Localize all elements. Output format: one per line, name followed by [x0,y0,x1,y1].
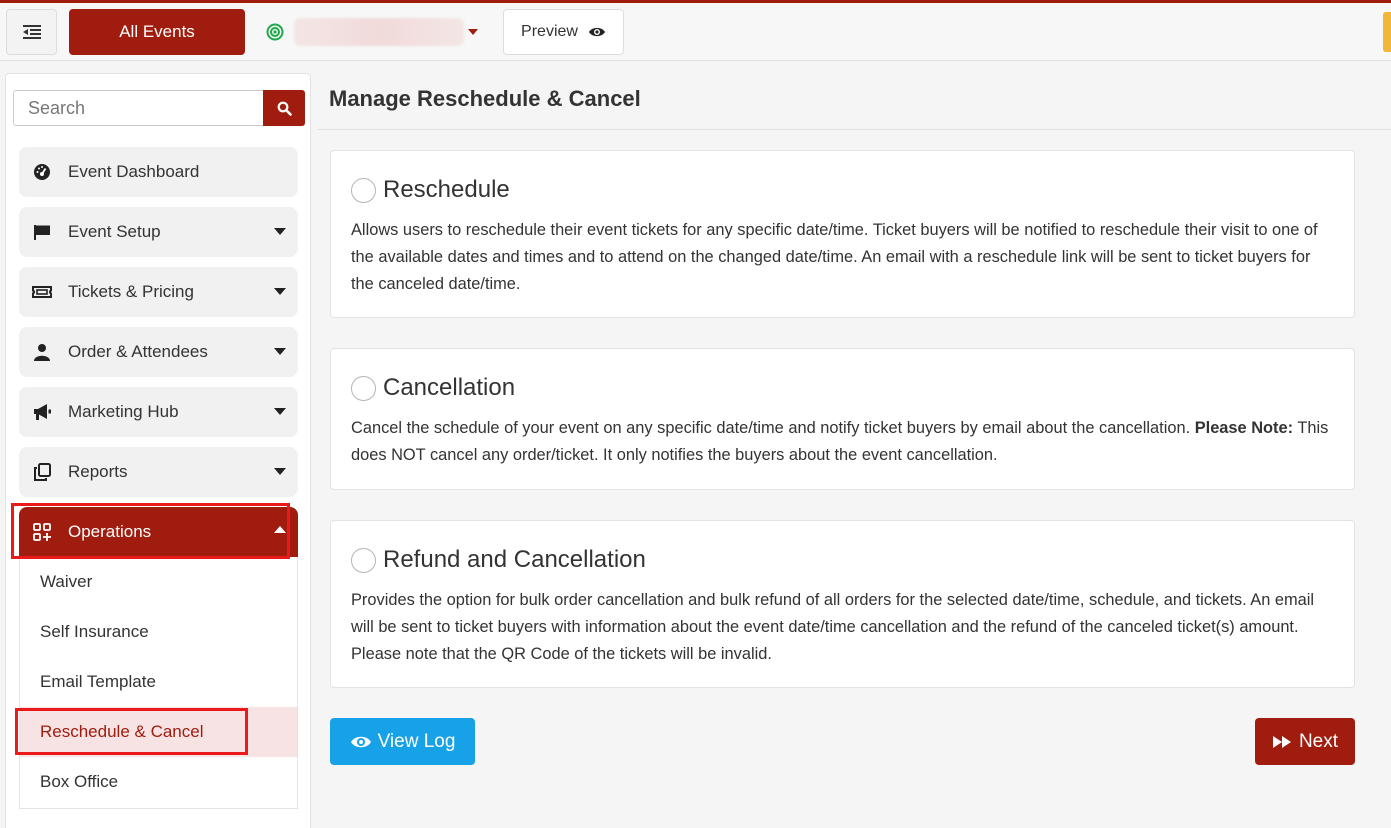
option-description: Allows users to reschedule their event t… [351,221,1318,293]
option-header: Refund and Cancellation [351,545,1334,575]
sidebar-item-label: Event Dashboard [68,162,200,181]
megaphone-icon [31,401,53,423]
dashboard-icon [31,161,53,183]
option-card-cancellation: Cancellation Cancel the schedule of your… [330,348,1355,490]
sidebar-item-label: Reports [68,462,128,481]
flag-icon [31,221,53,243]
sidebar-item-event-dashboard[interactable]: Event Dashboard [19,147,298,197]
option-title: Cancellation [383,374,516,401]
status-target-icon [266,23,284,41]
next-button[interactable]: Next [1255,718,1355,765]
sidebar-item-label: Tickets & Pricing [68,282,194,301]
operations-submenu: Waiver Self Insurance Email Template Res… [19,557,298,809]
search-icon [277,101,292,116]
chevron-down-icon [274,228,286,235]
option-card-refund-cancellation: Refund and Cancellation Provides the opt… [330,520,1355,688]
chevron-down-icon [468,29,478,35]
chevron-down-icon [274,348,286,355]
sidebar-item-order-attendees[interactable]: Order & Attendees [19,327,298,377]
submenu-item-self-insurance[interactable]: Self Insurance [20,607,297,657]
fast-forward-icon [1272,735,1291,748]
option-title: Refund and Cancellation [383,546,646,573]
user-icon [31,341,53,363]
event-selector[interactable] [266,17,486,47]
sidebar-item-marketing-hub[interactable]: Marketing Hub [19,387,298,437]
sidebar-item-label: Event Setup [68,222,161,241]
chevron-down-icon [274,408,286,415]
search-box [13,90,305,126]
submenu-item-box-office[interactable]: Box Office [20,757,297,807]
desc-text: Cancel the schedule of your event on any… [351,419,1195,437]
refund-cancellation-radio[interactable] [351,547,376,573]
chevron-down-icon [274,288,286,295]
top-bar: All Events Preview [0,3,1391,61]
redacted-event-name [294,18,464,46]
title-divider [318,129,1391,130]
desc-note-label: Please Note: [1194,419,1294,437]
submenu-item-email-template[interactable]: Email Template [20,657,297,707]
chevron-down-icon [274,468,286,475]
reports-icon [31,461,53,483]
eye-icon [350,736,371,747]
eye-icon [588,27,605,37]
preview-label: Preview [521,23,578,40]
option-description: Cancel the schedule of your event on any… [351,415,1334,469]
ticket-icon [31,281,53,303]
view-log-button[interactable]: View Log [330,718,475,765]
side-panel-tab[interactable] [1383,12,1391,52]
cancellation-radio[interactable] [351,375,376,401]
menu-toggle-button[interactable] [6,9,57,55]
next-label: Next [1298,730,1339,752]
reschedule-highlight-box [15,708,248,755]
view-log-label: View Log [377,730,456,752]
page-title: Manage Reschedule & Cancel [329,86,641,111]
preview-button[interactable]: Preview [503,9,624,55]
option-header: Reschedule [351,175,1334,205]
option-card-reschedule: Reschedule Allows users to reschedule th… [330,150,1355,318]
sidebar-item-label: Marketing Hub [68,402,179,421]
search-input[interactable] [13,90,263,126]
sidebar-item-event-setup[interactable]: Event Setup [19,207,298,257]
sidebar-item-label: Order & Attendees [68,342,208,361]
search-button[interactable] [263,90,305,126]
outdent-icon [22,25,41,39]
reschedule-radio[interactable] [351,177,376,203]
option-description: Provides the option for bulk order cance… [351,591,1315,663]
sidebar-item-tickets-pricing[interactable]: Tickets & Pricing [19,267,298,317]
submenu-item-waiver[interactable]: Waiver [20,557,297,607]
sidebar-item-reports[interactable]: Reports [19,447,298,497]
option-header: Cancellation [351,373,1334,403]
operations-highlight-box [11,503,290,559]
option-title: Reschedule [383,176,510,203]
all-events-button[interactable]: All Events [69,9,245,55]
